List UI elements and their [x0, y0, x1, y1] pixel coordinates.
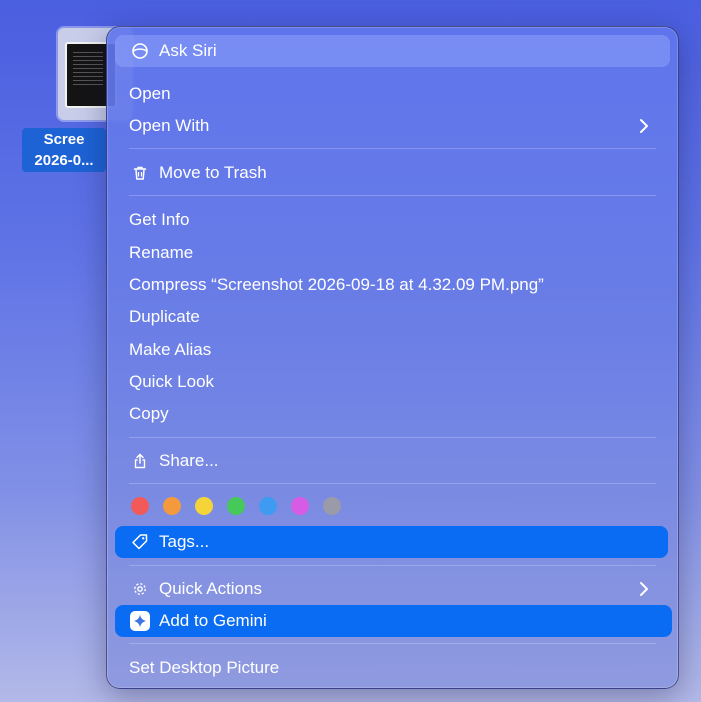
tag-purple[interactable] — [291, 497, 309, 515]
menu-item-add-to-gemini[interactable]: Add to Gemini — [115, 605, 672, 637]
menu-item-quick-look[interactable]: Quick Look — [115, 366, 670, 398]
tag-icon — [129, 531, 151, 553]
share-icon — [129, 450, 151, 472]
menu-item-rename[interactable]: Rename — [115, 237, 670, 269]
menu-separator — [129, 565, 656, 566]
file-label[interactable]: Scree 2026-0... — [22, 128, 106, 172]
chevron-right-icon — [640, 119, 648, 133]
menu-item-label: Open — [129, 84, 171, 103]
menu-item-set-desktop-picture[interactable]: Set Desktop Picture — [115, 652, 670, 684]
menu-item-label: Add to Gemini — [159, 611, 267, 630]
gear-icon — [129, 578, 151, 600]
menu-item-label: Ask Siri — [159, 41, 217, 60]
menu-item-label: Duplicate — [129, 307, 200, 326]
file-label-line1: Scree — [43, 131, 85, 148]
menu-separator — [129, 483, 656, 484]
tag-gray[interactable] — [323, 497, 341, 515]
menu-item-label: Quick Actions — [159, 579, 262, 598]
menu-item-compress[interactable]: Compress “Screenshot 2026-09-18 at 4.32.… — [115, 269, 670, 301]
menu-item-quick-actions[interactable]: Quick Actions — [115, 573, 670, 605]
menu-separator — [129, 437, 656, 438]
tag-yellow[interactable] — [195, 497, 213, 515]
menu-item-copy[interactable]: Copy — [115, 398, 670, 430]
menu-item-label: Quick Look — [129, 372, 215, 391]
tag-red[interactable] — [131, 497, 149, 515]
tag-green[interactable] — [227, 497, 245, 515]
menu-item-ask-siri[interactable]: Ask Siri — [115, 35, 670, 67]
menu-item-label: Open With — [129, 116, 210, 135]
menu-item-duplicate[interactable]: Duplicate — [115, 301, 670, 333]
menu-item-label: Tags... — [159, 532, 210, 551]
menu-item-label: Rename — [129, 243, 194, 262]
desktop-file-icon[interactable]: Scree 2026-0... — [20, 26, 132, 176]
chevron-right-icon — [640, 582, 648, 596]
menu-item-make-alias[interactable]: Make Alias — [115, 334, 670, 366]
gemini-icon — [129, 610, 151, 632]
menu-item-label: Get Info — [129, 210, 190, 229]
menu-separator — [129, 643, 656, 644]
menu-item-label: Copy — [129, 404, 169, 423]
menu-item-label: Compress “Screenshot 2026-09-18 at 4.32.… — [129, 275, 544, 294]
menu-separator — [129, 148, 656, 149]
menu-item-label: Make Alias — [129, 340, 212, 359]
file-label-line2: 2026-0... — [34, 152, 94, 169]
menu-item-open-with[interactable]: Open With — [115, 110, 670, 142]
menu-item-open[interactable]: Open — [115, 78, 670, 110]
tag-color-picker — [131, 497, 341, 517]
menu-item-label: Share... — [159, 451, 219, 470]
menu-item-share[interactable]: Share... — [115, 445, 670, 477]
menu-item-move-to-trash[interactable]: Move to Trash — [115, 157, 670, 189]
tag-orange[interactable] — [163, 497, 181, 515]
siri-icon — [129, 40, 151, 62]
trash-icon — [129, 162, 151, 184]
menu-item-label: Move to Trash — [159, 163, 267, 182]
menu-item-get-info[interactable]: Get Info — [115, 204, 670, 236]
menu-item-label: Set Desktop Picture — [129, 658, 280, 677]
tag-blue[interactable] — [259, 497, 277, 515]
context-menu: Ask Siri Open Open With Move to Trash Ge… — [106, 26, 679, 689]
menu-item-tags[interactable]: Tags... — [115, 526, 668, 558]
menu-separator — [129, 195, 656, 196]
